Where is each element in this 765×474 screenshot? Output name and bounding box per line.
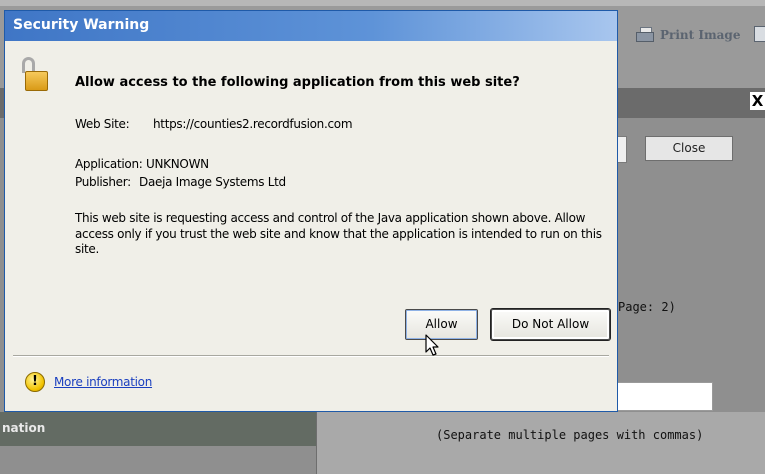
pages-input[interactable] <box>614 382 713 411</box>
mouse-cursor-icon <box>425 334 439 356</box>
print-image-button[interactable]: Print Image <box>636 24 740 46</box>
publisher-label: Publisher: <box>75 175 131 189</box>
application-value: UNKNOWN <box>146 157 209 171</box>
publisher-row: Publisher: Daeja Image Systems Ltd <box>75 175 286 189</box>
dialog-heading: Allow access to the following applicatio… <box>75 75 520 90</box>
print-image-label: Print Image <box>660 28 741 42</box>
dialog-titlebar[interactable]: Security Warning <box>5 11 617 41</box>
warning-icon: ! <box>25 372 45 392</box>
application-row: Application: UNKNOWN <box>75 157 209 171</box>
lock-icon <box>21 57 51 93</box>
dialog-description: This web site is requesting access and c… <box>75 211 602 256</box>
toolbar-strip <box>0 0 765 6</box>
printer-icon <box>636 27 654 43</box>
dialog-title: Security Warning <box>13 17 150 33</box>
security-warning-dialog: Security Warning Allow access to the fol… <box>4 10 618 412</box>
website-row: Web Site: https://counties2.recordfusion… <box>75 117 353 131</box>
panel-close-icon[interactable]: X <box>750 92 765 110</box>
information-header: nation <box>0 412 316 446</box>
application-label: Application: <box>75 157 143 171</box>
right-lower-panel <box>316 412 765 474</box>
more-information-link[interactable]: More information <box>54 375 152 389</box>
left-lower-panel <box>0 446 316 474</box>
background-close-button[interactable]: Close <box>645 136 733 161</box>
allow-button[interactable]: Allow <box>405 309 478 340</box>
website-value: https://counties2.recordfusion.com <box>153 117 353 131</box>
website-label: Web Site: <box>75 117 130 131</box>
publisher-value: Daeja Image Systems Ltd <box>139 175 286 189</box>
dialog-separator <box>13 355 609 357</box>
information-header-label: nation <box>2 421 46 435</box>
pages-hint-text: (Separate multiple pages with commas) <box>436 428 704 442</box>
page-count-text: Page: 2) <box>618 300 676 314</box>
document-icon[interactable] <box>754 26 765 42</box>
do-not-allow-button[interactable]: Do Not Allow <box>491 309 610 340</box>
